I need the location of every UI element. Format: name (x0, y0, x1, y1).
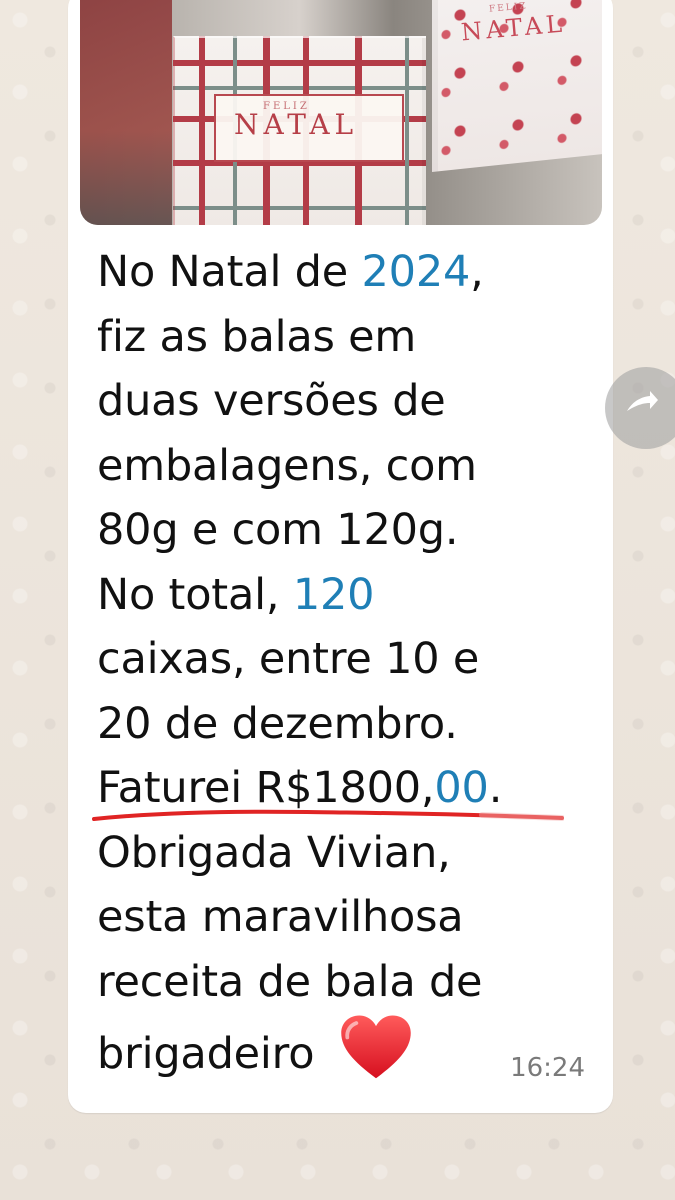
message-photo[interactable]: FELIZ NATAL FELIZ NATAL (80, 0, 602, 225)
message-line-10: Obrigada Vivian, (97, 827, 451, 878)
message-line-9-prefix: Faturei R$1800, (97, 763, 435, 813)
message-line-1-suffix: , (470, 247, 484, 297)
message-line-5: 80g e com 120g. (97, 505, 459, 555)
message-bubble[interactable]: FELIZ NATAL FELIZ NATAL No Natal de 2024… (68, 0, 613, 1113)
forward-icon (627, 391, 658, 411)
message-line-6: No total, 120 (97, 563, 597, 628)
message-line-7: caixas, entre 10 e (97, 634, 480, 684)
message-year-link: 2024 (361, 247, 471, 297)
message-line-2: fiz as balas em (97, 311, 417, 362)
message-line-1-prefix: No Natal de (97, 247, 362, 297)
message-time: 16:24 (510, 1053, 585, 1083)
message-line-1: No Natal de 2024, (97, 240, 597, 305)
message-line-13-text: brigadeiro (97, 1029, 315, 1079)
message-line-4: embalagens, com (97, 440, 477, 491)
message-line-12: receita de bala de (97, 956, 483, 1007)
message-total-value: 120 (292, 569, 375, 620)
photo-left-background (80, 0, 172, 225)
message-text: No Natal de 2024, fiz as balas em duas v… (97, 240, 597, 1087)
message-line-6-prefix: No total, (97, 569, 293, 620)
candy-box-main-word: NATAL (234, 108, 359, 141)
message-line-3: duas versões de (97, 376, 446, 426)
message-line-9: Faturei R$1800,00. (97, 756, 597, 821)
message-line-8: 20 de dezembro. (97, 698, 458, 749)
message-line-9-suffix: . (488, 763, 503, 813)
message-line-11: esta maravilhosa (97, 892, 464, 942)
message-cents-value: 00 (434, 763, 489, 813)
heart-emoji-icon (338, 1014, 414, 1082)
